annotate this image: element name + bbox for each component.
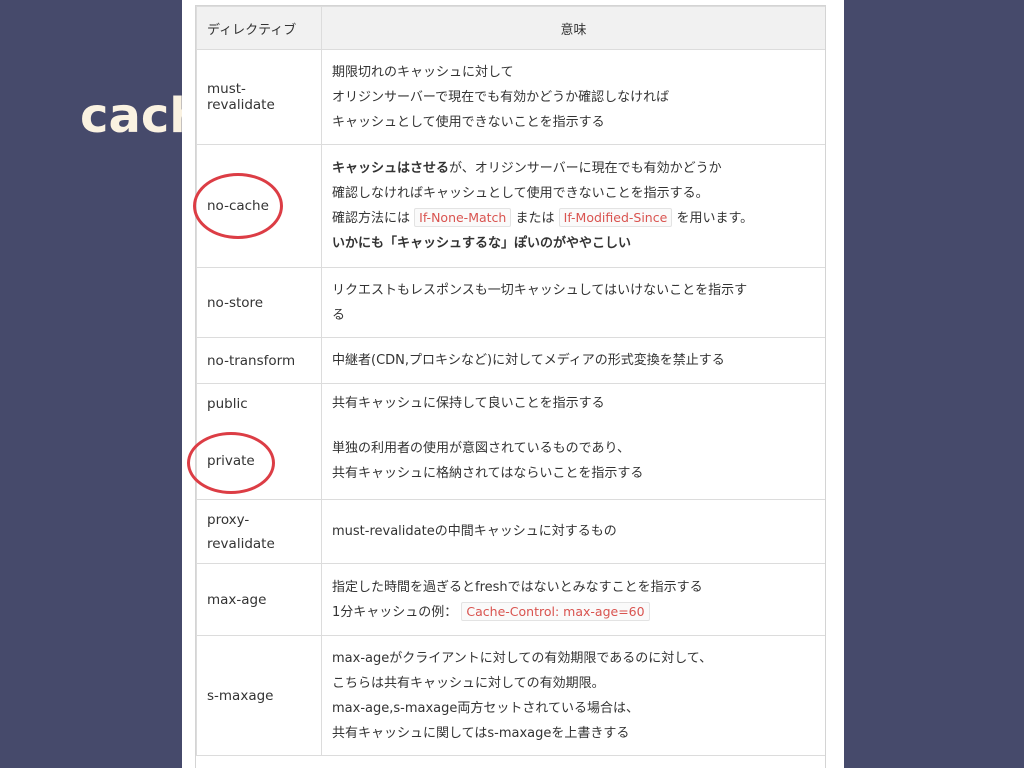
table-row: private 単独の利用者の使用が意図されているものであり、 共有キャッシュに…: [196, 423, 825, 500]
table-row: max-age 指定した時間を過ぎるとfreshではないとみなすことを指示する …: [196, 563, 825, 636]
emphasis-text: キャッシュはさせる: [332, 161, 450, 176]
code-cache-control-example: Cache-Control: max-age=60: [461, 601, 650, 621]
directive-proxy-revalidate: proxy- revalidate: [196, 499, 322, 564]
directive-no-transform: no-transform: [196, 337, 322, 384]
description-line: キャッシュとして使用できないことを指示する: [332, 114, 605, 130]
cache-control-directive-table: ディレクティブ 意味 must-revalidate 期限切れのキャッシュに対し…: [196, 6, 825, 756]
description-line: must-revalidateの中間キャッシュに対するもの: [332, 524, 617, 539]
code-if-modified-since: If-Modified-Since: [558, 208, 673, 227]
table-row: must-revalidate 期限切れのキャッシュに対して オリジンサーバーで…: [196, 49, 825, 145]
description-cell: 中継者(CDN,プロキシなど)に対してメディアの形式変換を禁止する: [321, 337, 825, 384]
directive-s-maxage: s-maxage: [196, 635, 322, 756]
directive-public: public: [196, 383, 322, 424]
description-cell: 期限切れのキャッシュに対して オリジンサーバーで現在でも有効かどうか確認しなけれ…: [321, 49, 825, 145]
description-line: る: [332, 307, 346, 323]
description-cell: 単独の利用者の使用が意図されているものであり、 共有キャッシュに格納されてはなら…: [321, 423, 825, 500]
description-line: 確認方法には If-None-Match または If-Modified-Sin…: [332, 206, 815, 231]
description-cell: キャッシュはさせるが、オリジンサーバーに現在でも有効かどうか 確認しなければキャ…: [321, 144, 825, 268]
table-row: no-store リクエストもレスポンスも一切キャッシュしてはいけないことを指示…: [196, 267, 825, 338]
directive-max-age: max-age: [196, 563, 322, 636]
directive-no-store: no-store: [196, 267, 322, 338]
description-text: が、オリジンサーバーに現在でも有効かどうか: [449, 161, 722, 176]
description-line: 指定した時間を過ぎるとfreshではないとみなすことを指示する: [332, 579, 703, 595]
table-row: no-cache キャッシュはさせるが、オリジンサーバーに現在でも有効かどうか …: [196, 144, 825, 268]
table-row: s-maxage max-ageがクライアントに対しての有効期限であるのに対して…: [196, 635, 825, 756]
description-line: 1分キャッシュの例： Cache-Control: max-age=60: [332, 600, 815, 625]
directive-line: proxy-: [207, 511, 250, 528]
description-line: リクエストもレスポンスも一切キャッシュしてはいけないことを指示す: [332, 282, 748, 298]
description-line: 共有キャッシュに格納されてはならいことを指示する: [332, 466, 644, 482]
description-cell: 共有キャッシュに保持して良いことを指示する: [321, 383, 825, 424]
description-cell: must-revalidateの中間キャッシュに対するもの: [321, 499, 825, 564]
description-text: または: [515, 211, 555, 226]
description-line: max-age,s-maxage両方セットされている場合は、: [332, 700, 639, 716]
description-cell: リクエストもレスポンスも一切キャッシュしてはいけないことを指示す る: [321, 267, 825, 338]
directive-line: revalidate: [207, 535, 275, 552]
description-line: こちらは共有キャッシュに対しての有効期限。: [332, 675, 605, 691]
description-line: max-ageがクライアントに対しての有効期限であるのに対して、: [332, 650, 713, 666]
description-line: 共有キャッシュに関してはs-maxageを上書きする: [332, 725, 630, 741]
description-line: 確認しなければキャッシュとして使用できないことを指示する。: [332, 186, 709, 201]
table-row: no-transform 中継者(CDN,プロキシなど)に対してメディアの形式変…: [196, 337, 825, 384]
directive-table-frame: ディレクティブ 意味 must-revalidate 期限切れのキャッシュに対し…: [195, 5, 826, 768]
table-row: public 共有キャッシュに保持して良いことを指示する: [196, 383, 825, 424]
description-line: 期限切れのキャッシュに対して: [332, 64, 514, 80]
description-cell: 指定した時間を過ぎるとfreshではないとみなすことを指示する 1分キャッシュの…: [321, 563, 825, 636]
annotation-circle-no-cache: [193, 173, 283, 239]
header-directive: ディレクティブ: [196, 6, 322, 50]
description-cell: max-ageがクライアントに対しての有効期限であるのに対して、 こちらは共有キ…: [321, 635, 825, 756]
description-line: オリジンサーバーで現在でも有効かどうか確認しなければ: [332, 89, 670, 105]
annotation-circle-private: [187, 432, 275, 494]
description-text: 1分キャッシュの例：: [332, 604, 458, 620]
table-row: proxy- revalidate must-revalidateの中間キャッシ…: [196, 499, 825, 564]
header-meaning: 意味: [321, 6, 825, 50]
directive-must-revalidate: must-revalidate: [196, 49, 322, 145]
description-line: 共有キャッシュに保持して良いことを指示する: [332, 396, 605, 412]
description-text: を用います。: [676, 211, 754, 226]
description-line: キャッシュはさせるが、オリジンサーバーに現在でも有効かどうか: [332, 156, 815, 181]
description-line: 単独の利用者の使用が意図されているものであり、: [332, 441, 630, 457]
emphasis-line: いかにも「キャッシュするな」ぽいのがややこしい: [332, 236, 632, 251]
table-header-row: ディレクティブ 意味: [196, 6, 825, 50]
description-text: 確認方法には: [332, 211, 411, 226]
description-line: 中継者(CDN,プロキシなど)に対してメディアの形式変換を禁止する: [332, 353, 725, 368]
code-if-none-match: If-None-Match: [414, 208, 512, 227]
